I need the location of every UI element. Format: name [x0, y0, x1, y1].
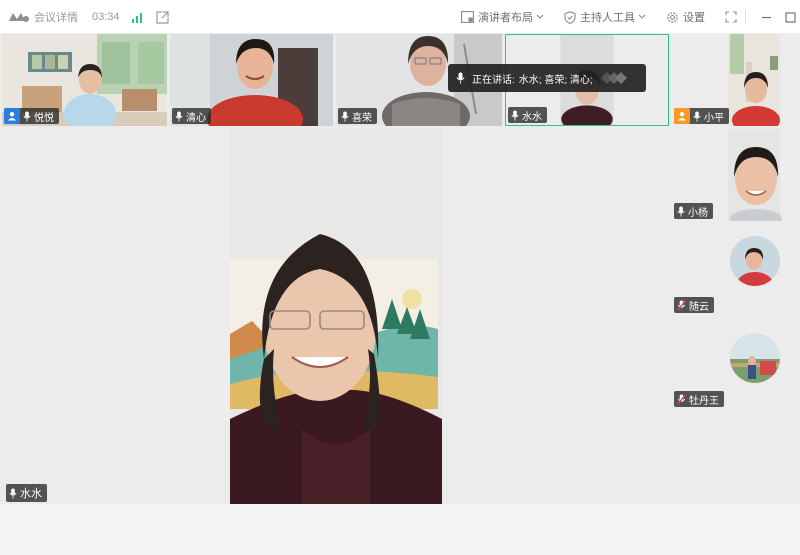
speaking-label: 正在讲话: [472, 74, 515, 86]
video-tile-yueyue[interactable]: 悦悦 [2, 34, 167, 126]
maximize-icon [784, 11, 796, 23]
main-speaker-video[interactable]: 水水 [2, 129, 669, 504]
participant-name: 小平 [704, 112, 724, 124]
avatar [730, 333, 780, 383]
active-speakers-popup: 正在讲话: 水水; 喜荣; 清心; [448, 64, 646, 92]
video-tile-qingxin[interactable]: 清心 [170, 34, 333, 126]
participant-name-tag: 喜荣 [338, 108, 377, 124]
mic-icon [341, 111, 349, 121]
participant-name-tag: 小杨 [674, 203, 713, 219]
mic-icon [677, 206, 685, 216]
video-tile-mudanwang[interactable]: 牡丹王 [672, 317, 800, 409]
meeting-info-label: 会议详情 [34, 12, 78, 24]
title-bar: 会议详情 03:34 演讲者布局 主持人工具 设置 [0, 0, 800, 34]
participant-video [2, 129, 669, 504]
participant-name: 随云 [689, 301, 709, 313]
participant-name-tag: 随云 [674, 297, 714, 313]
bottom-toolbar-area [0, 504, 800, 555]
shield-icon [564, 10, 576, 24]
host-tools-button[interactable]: 主持人工具 [564, 9, 650, 25]
participant-name: 水水 [20, 488, 42, 500]
avatar [730, 236, 780, 286]
video-tile-suiyun[interactable]: 随云 [672, 223, 800, 315]
chevron-down-icon [536, 14, 544, 19]
participant-name-tag: 清心 [172, 108, 211, 124]
gear-icon [667, 11, 678, 23]
maximize-button[interactable] [780, 11, 800, 23]
mic-icon [693, 111, 701, 121]
mic-icon [9, 488, 17, 498]
elapsed-time: 03:34 [92, 11, 120, 23]
layout-icon [461, 11, 474, 23]
participant-name-tag: 悦悦 [4, 108, 59, 124]
video-stage: 悦悦 清心 喜荣 水水 小平 正在讲话: 水水; 喜荣; 清心; 水水 小杨 随… [0, 34, 800, 555]
presenter-layout-button[interactable]: 演讲者布局 [461, 9, 548, 25]
settings-label: 设置 [683, 12, 705, 24]
mic-icon [175, 111, 183, 121]
mic-icon [23, 111, 31, 121]
participant-name: 清心 [186, 112, 206, 124]
meeting-logo-icon [9, 13, 29, 22]
host-tools-label: 主持人工具 [580, 12, 635, 24]
participant-name-tag: 水水 [6, 484, 47, 502]
meeting-info-button[interactable]: 会议详情 [8, 9, 92, 25]
speaking-activity-icon [600, 72, 627, 84]
minimize-button[interactable] [756, 12, 776, 23]
participant-name-tag: 牡丹王 [674, 391, 724, 407]
popout-icon[interactable] [155, 10, 169, 24]
signal-strength-icon[interactable] [131, 12, 144, 23]
fullscreen-icon [725, 11, 737, 23]
presenter-layout-label: 演讲者布局 [478, 12, 533, 24]
chevron-down-icon [638, 14, 646, 19]
settings-button[interactable]: 设置 [666, 9, 705, 25]
participant-name: 喜荣 [352, 112, 372, 124]
host-badge-icon [674, 108, 690, 124]
participant-name: 牡丹王 [689, 395, 719, 407]
video-tile-xiaoping[interactable]: 小平 [672, 34, 800, 126]
participant-name: 悦悦 [34, 112, 54, 124]
video-tile-xiaoyang[interactable]: 小杨 [672, 129, 800, 221]
fullscreen-button[interactable] [721, 11, 741, 23]
participant-name-tag: 水水 [508, 107, 547, 123]
minimize-icon [761, 16, 771, 18]
participant-name: 小杨 [688, 207, 708, 219]
mic-icon [456, 72, 465, 84]
mic-muted-icon [677, 393, 686, 405]
titlebar-divider [745, 10, 746, 24]
speaking-names: 水水; 喜荣; 清心; [518, 74, 593, 86]
mic-muted-icon [677, 299, 686, 311]
participant-name: 水水 [522, 111, 542, 123]
participant-name-tag: 小平 [674, 108, 729, 124]
host-badge-icon [4, 108, 20, 124]
mic-icon [511, 110, 519, 120]
